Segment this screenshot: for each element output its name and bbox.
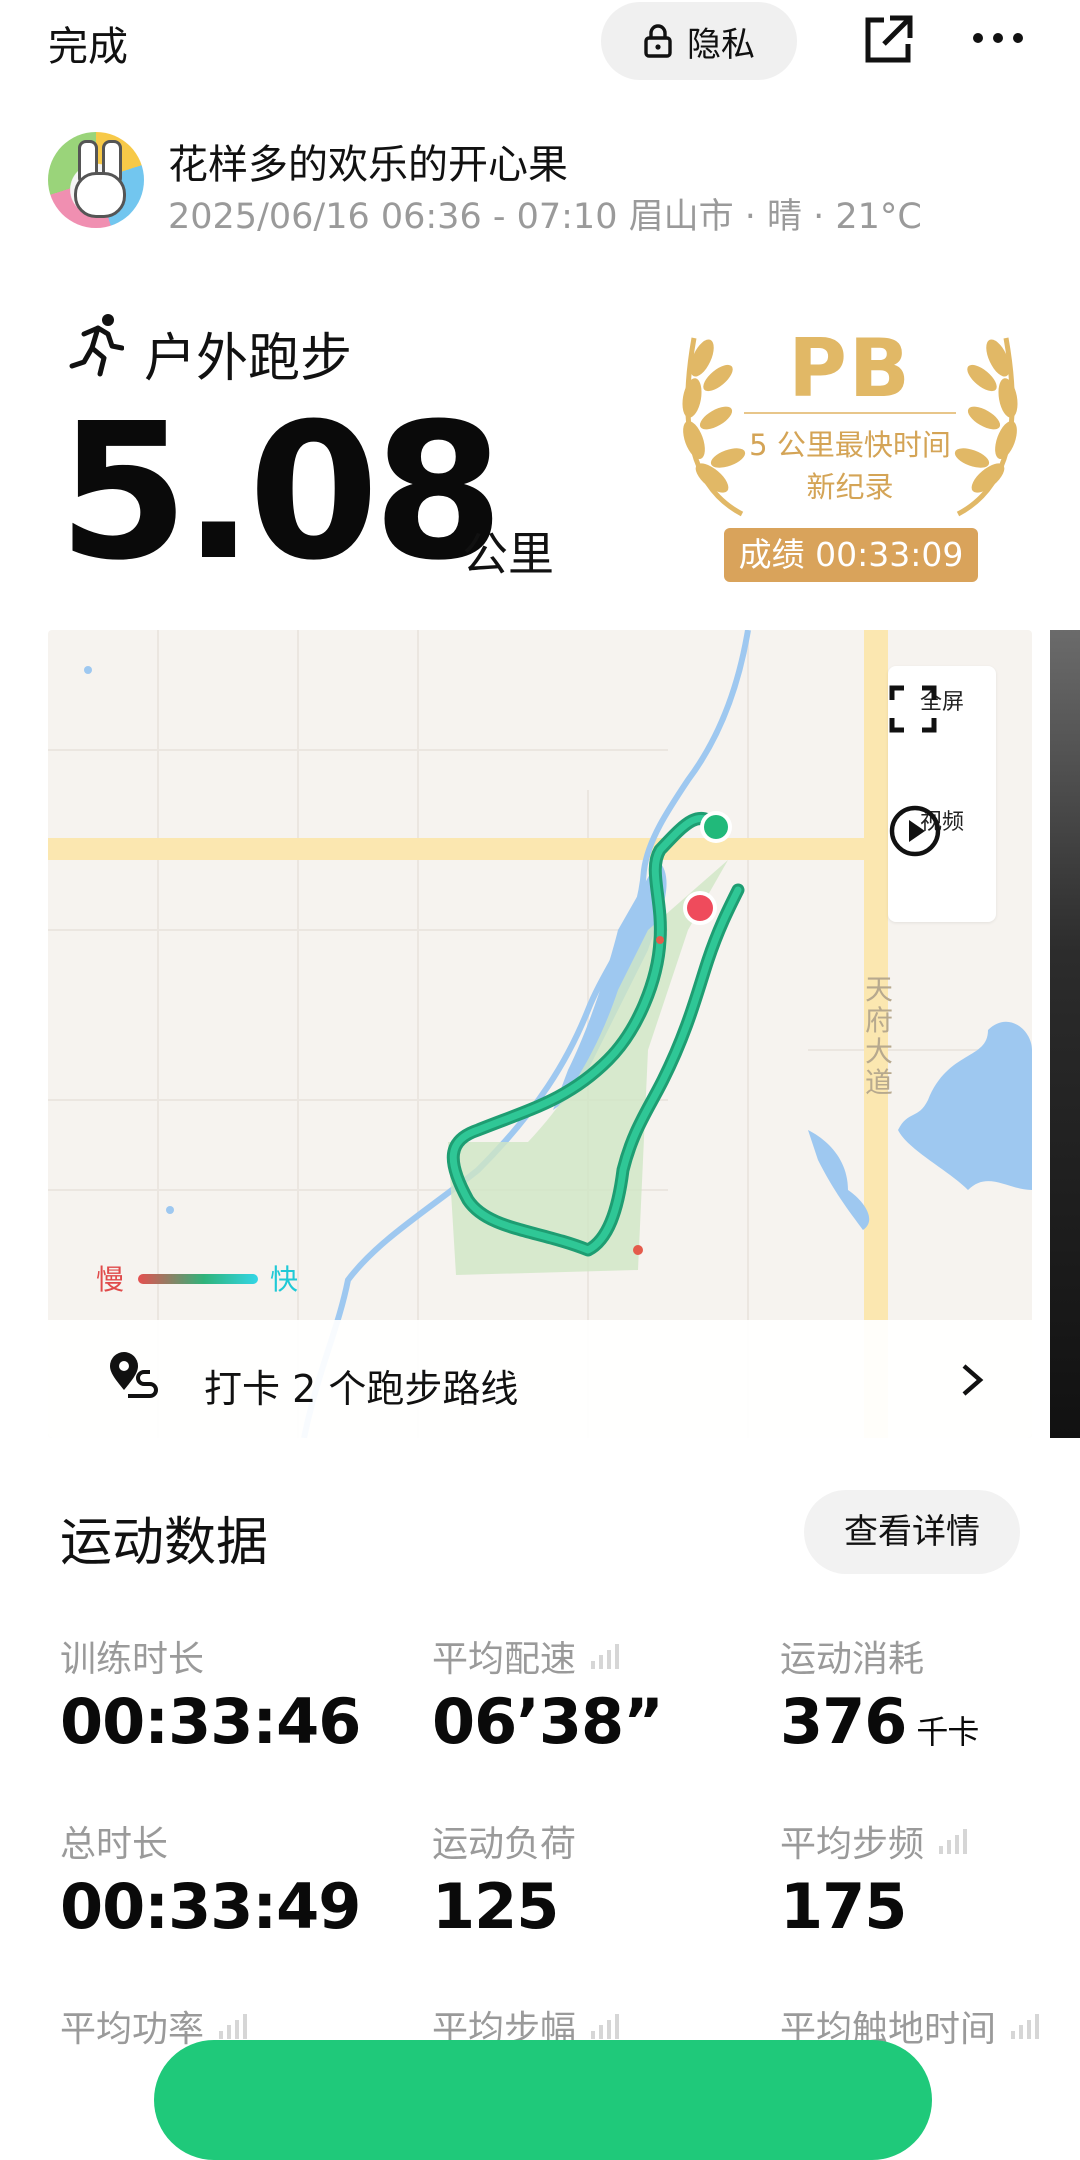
view-details-button[interactable]: 查看详情 [804,1490,1020,1574]
stat-label-text: 运动消耗 [780,1639,925,1680]
stats-section-title: 运动数据 [60,1513,269,1573]
pb-desc-line2: 新纪录 [806,470,894,504]
distance-unit: 公里 [462,527,554,581]
running-icon [69,314,124,377]
stat-value-calories: 376 千卡 [780,1685,979,1758]
trend-bars-icon [939,1829,968,1854]
stat-value-cadence: 175 [780,1870,907,1943]
top-bar: 完成 隐私 [0,0,1080,80]
stat-unit: 千卡 [916,1713,979,1751]
stat-value-training-load: 125 [432,1870,559,1943]
stat-label-text: 平均步频 [780,1824,925,1865]
legend-slow: 慢 [96,1263,125,1296]
stat-label-text: 平均配速 [432,1639,577,1680]
distance-value: 5.08 [58,383,504,602]
pace-legend-bar [138,1274,258,1284]
done-button[interactable]: 完成 [48,14,128,72]
next-card-peek[interactable] [1050,630,1080,1438]
map-controls: 全屏 视频 [888,666,996,922]
fullscreen-button[interactable]: 全屏 [888,684,996,733]
pb-divider [744,412,956,414]
route-pin-icon [110,1352,158,1398]
route-map[interactable]: 天府大道 全屏 视频 慢 快 打卡 2 个跑步路线 [48,630,1032,1438]
avatar[interactable] [48,132,144,228]
more-dot-icon [973,33,983,43]
fullscreen-icon [889,685,937,733]
route-checkin-row[interactable]: 打卡 2 个跑步路线 [48,1320,1032,1438]
stat-value-total-time: 00:33:49 [60,1870,361,1943]
pb-description: 5 公里最快时间 新纪录 [672,424,1028,508]
trend-bars-icon [1011,2014,1040,2039]
pb-badge[interactable]: PB 5 公里最快时间 新纪录 成绩 00:33:09 [672,318,1028,586]
avatar-face [74,172,126,218]
trend-bars-icon [219,2014,248,2039]
stat-value-text: 125 [432,1870,559,1943]
privacy-button[interactable]: 隐私 [601,2,797,80]
stat-label-training-load: 运动负荷 [432,1815,576,1867]
chevron-right-icon [962,1364,984,1396]
stat-label-total-time: 总时长 [60,1815,168,1867]
share-button[interactable] [860,12,916,68]
stat-label-text: 总时长 [60,1824,169,1865]
stat-value-text: 00:33:49 [60,1870,361,1943]
more-dot-icon [993,33,1003,43]
stat-label-text: 运动负荷 [432,1824,577,1865]
stat-label-training-time: 训练时长 [60,1630,204,1682]
lock-icon [644,24,672,58]
bottom-action-button[interactable] [154,2040,932,2160]
stat-label-text: 训练时长 [60,1639,205,1680]
stat-label-text: 平均功率 [60,2009,205,2050]
activity-type: 户外跑步 [144,329,353,389]
pb-desc-line1: 5 公里最快时间 [749,428,951,462]
stat-label-avg-pace[interactable]: 平均配速 [432,1630,624,1682]
stat-label-cadence[interactable]: 平均步频 [780,1815,972,1867]
share-icon [865,15,913,63]
stat-value-text: 06’38” [432,1685,664,1758]
trend-bars-icon [591,1644,620,1669]
road-label: 天府大道 [864,973,893,1099]
stat-value-training-time: 00:33:46 [60,1685,361,1758]
stat-value-text: 00:33:46 [60,1685,361,1758]
stat-value-avg-pace: 06’38” [432,1685,664,1758]
legend-fast: 快 [270,1263,299,1296]
privacy-label: 隐私 [687,24,755,65]
more-dot-icon [1013,33,1023,43]
stat-value-text: 376 [780,1685,907,1758]
pb-score: 成绩 00:33:09 [724,528,978,582]
pb-title: PB [788,322,912,415]
play-icon [889,805,941,857]
user-nickname: 花样多的欢乐的开心果 [168,142,568,188]
video-button[interactable]: 视频 [888,804,996,857]
stat-label-calories: 运动消耗 [780,1630,924,1682]
checkin-text: 打卡 2 个跑步路线 [204,1367,519,1411]
more-button[interactable] [966,16,1030,60]
activity-meta: 2025/06/16 06:36 - 07:10 眉山市 · 晴 · 21°C [168,197,922,237]
trend-bars-icon [591,2014,620,2039]
stat-value-text: 175 [780,1870,907,1943]
